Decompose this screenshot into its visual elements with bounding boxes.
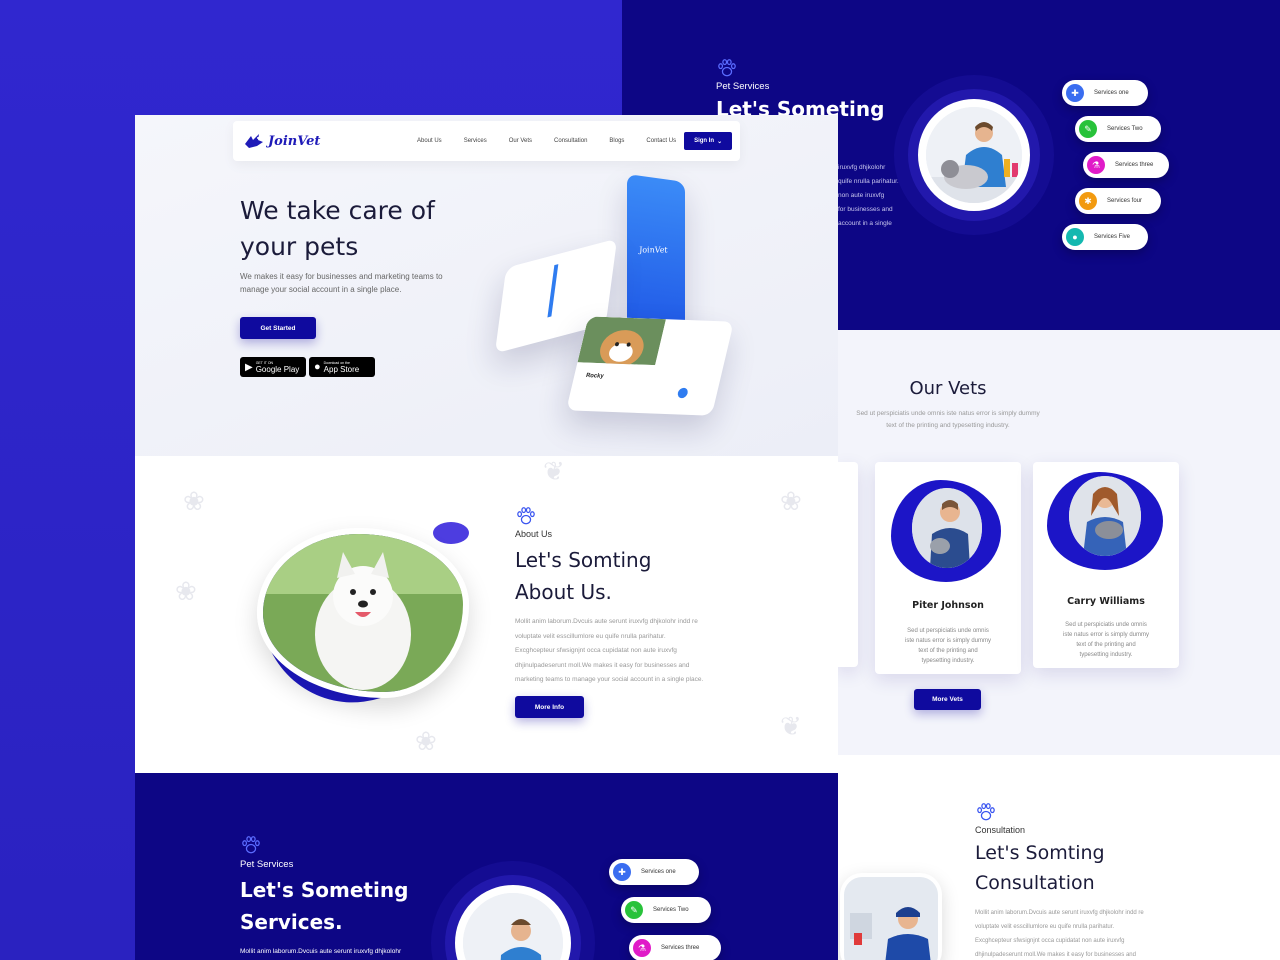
consultation-title: Let's Somting Consultation (975, 842, 1105, 894)
vet-desc: Sed ut perspiciatis unde omnis iste natus… (1062, 622, 1150, 658)
apple-big: App Store (323, 364, 360, 374)
phone-pet-profile: Rocky (566, 316, 734, 416)
paw-watermark-icon: ❀ (415, 726, 437, 756)
more-vets-button[interactable]: More Vets (914, 689, 981, 710)
vet-card-partial (838, 462, 858, 667)
services-title: Let's Someting Services. (240, 878, 409, 934)
pill-label: Services Two (1107, 126, 1143, 132)
chevron-down-icon: ⌄ (717, 138, 723, 145)
navbar: JoinVet About Us Services Our Vets Consu… (233, 121, 740, 161)
sign-in-button[interactable]: Sign In ⌄ (684, 132, 733, 150)
nav-services[interactable]: Services (464, 138, 487, 144)
vet-photo-circle (918, 99, 1030, 211)
back-services-eyebrow: Pet Services (716, 81, 770, 92)
flask-icon: ⚗ (1087, 156, 1105, 174)
back-service-pill-1[interactable]: ✚ Services one (1062, 80, 1148, 106)
stethoscope-icon: ✚ (1066, 84, 1084, 102)
about-eyebrow: About Us (515, 529, 553, 539)
hero-title: We take care of your pets (240, 196, 435, 261)
back-service-pill-4[interactable]: ✱ Services four (1075, 188, 1161, 214)
services-vet-circle (455, 885, 571, 960)
logo-text: JoinVet (268, 133, 321, 149)
vet-card-piter[interactable]: Piter Johnson Sed ut perspiciatis unde o… (875, 462, 1021, 674)
paw-icon: ● (1066, 228, 1084, 246)
paw-watermark-icon: ❀ (175, 576, 197, 606)
service-pill-2[interactable]: ✎ Services Two (621, 897, 711, 923)
paw-icon (242, 836, 260, 854)
more-info-button[interactable]: More Info (515, 696, 584, 718)
about-blob-dot (433, 522, 469, 544)
vet-with-dog-image (926, 107, 1022, 203)
about-paragraph: Mollit anim laborum.Dvcuis aute serunt i… (515, 618, 704, 683)
vet-desc: Sed ut perspiciatis unde omnis iste natus… (904, 628, 992, 664)
nav-our-vets[interactable]: Our Vets (509, 138, 532, 144)
vet-card-carry[interactable]: Carry Williams Sed ut perspiciatis unde … (1033, 462, 1179, 668)
phone-accent-bar (547, 264, 559, 318)
cat-watermark-icon: ❦ (543, 456, 565, 486)
nav-blogs[interactable]: Blogs (609, 138, 624, 144)
paw-watermark-icon: ❀ (183, 486, 205, 516)
front-page: JoinVet About Us Services Our Vets Consu… (135, 115, 838, 960)
pill-label: Services four (1107, 198, 1143, 204)
syringe-icon: ✎ (625, 901, 643, 919)
pill-label: Services one (1094, 90, 1129, 96)
vet-photo (912, 488, 982, 568)
get-started-button[interactable]: Get Started (240, 317, 316, 339)
vet-photo (1069, 476, 1141, 556)
bandage-icon: ✱ (1079, 192, 1097, 210)
back-service-pill-5[interactable]: ● Services Five (1062, 224, 1148, 250)
phone-pet-name: Rocky (585, 372, 605, 380)
service-pill-1[interactable]: ✚ Services one (609, 859, 699, 885)
back-service-pill-2[interactable]: ✎ Services Two (1075, 116, 1161, 142)
dog-watermark-icon: ❦ (780, 711, 802, 741)
about-title: Let's Somting About Us. (515, 548, 652, 604)
pill-label: Services three (661, 945, 700, 951)
phone-fab (676, 387, 689, 399)
play-icon: ▶ (245, 361, 253, 373)
consultation-paragraph: Mollit anim laborum.Dvcuis aute serunt i… (975, 910, 1144, 958)
consultation-image (840, 873, 942, 960)
consultation-eyebrow: Consultation (975, 825, 1026, 835)
paw-icon (977, 803, 995, 821)
pill-label: Services Two (653, 907, 689, 913)
vets-subtitle: Sed ut perspiciatis unde omnis iste natu… (856, 410, 1040, 429)
hero-subtitle: We makes it easy for businesses and mark… (240, 272, 443, 294)
dog-logo-icon (245, 134, 263, 148)
app-store-button[interactable]: ● Download on the App Store (309, 357, 375, 377)
phone-splash: JoinVet (627, 173, 685, 343)
stethoscope-icon: ✚ (613, 863, 631, 881)
paw-icon (517, 507, 535, 525)
pill-label: Services one (641, 869, 676, 875)
nav-about-us[interactable]: About Us (417, 138, 442, 144)
sign-in-label: Sign In (694, 138, 715, 144)
logo[interactable]: JoinVet (243, 132, 417, 150)
services-eyebrow: Pet Services (240, 859, 294, 870)
services-section: Pet Services Let's Someting Services. Mol… (135, 773, 838, 960)
back-service-pill-3[interactable]: ⚗ Services three (1083, 152, 1169, 178)
vet-name: Piter Johnson (912, 600, 984, 611)
nav-consultation[interactable]: Consultation (554, 138, 587, 144)
about-section: ❀ ❦ ❀ ❀ ❦ ❀ About Us Let's Somting About … (135, 456, 838, 773)
flask-icon: ⚗ (633, 939, 651, 957)
pill-label: Services three (1115, 162, 1154, 168)
syringe-icon: ✎ (1079, 120, 1097, 138)
services-paragraph: Mollit anim laborum.Dvcuis aute serunt i… (240, 948, 402, 955)
service-pill-3[interactable]: ⚗ Services three (629, 935, 721, 960)
vets-title: Our Vets (909, 378, 987, 399)
nav-contact-us[interactable]: Contact Us (646, 138, 676, 144)
apple-icon: ● (314, 361, 321, 373)
google-play-button[interactable]: ▶ GET IT ON Google Play (240, 357, 306, 377)
phone-brand: JoinVet (638, 245, 669, 255)
google-big: Google Play (255, 364, 300, 374)
paw-watermark-icon: ❀ (780, 486, 802, 516)
vet-name: Carry Williams (1067, 596, 1145, 607)
pill-label: Services Five (1094, 234, 1131, 240)
paw-icon (718, 59, 736, 77)
back-services-paragraph: iruxvfg dhjkolohr quife nrulla parihatur… (838, 164, 899, 227)
